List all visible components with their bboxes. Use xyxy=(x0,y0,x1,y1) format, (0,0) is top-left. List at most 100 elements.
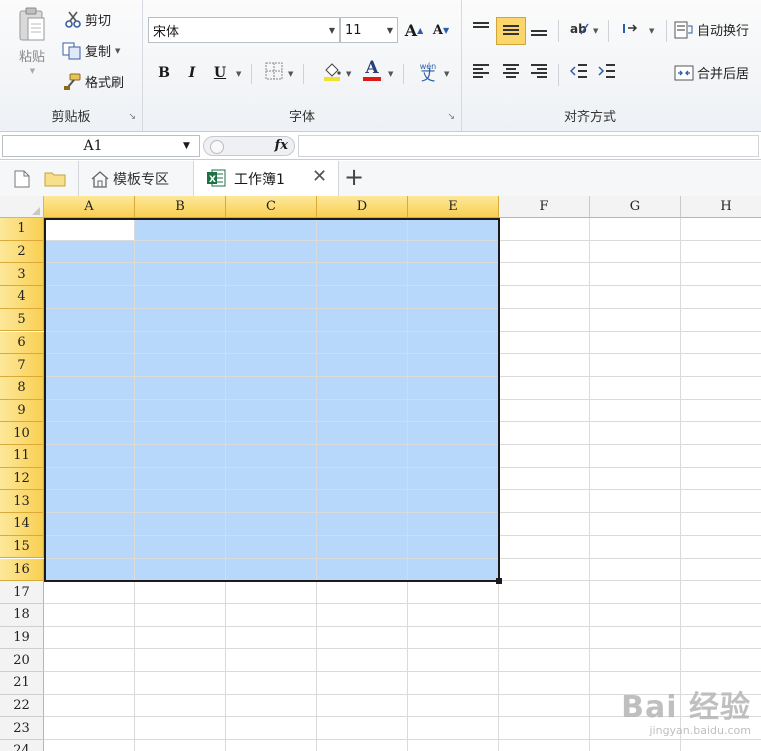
chevron-down-icon: ▼ xyxy=(386,25,394,35)
clipboard-dialog-launcher-icon[interactable]: ↘ xyxy=(128,112,136,122)
row-header-1[interactable]: 1 xyxy=(0,218,44,241)
clipboard-group: 粘贴 ▼ 剪切 复制 ▼ 格式刷 剪贴板 ↘ xyxy=(0,0,143,131)
bold-button[interactable]: B xyxy=(153,62,175,84)
wrap-text-button[interactable]: 自动换行 xyxy=(674,20,749,39)
borders-button[interactable] xyxy=(263,62,285,84)
fill-color-dropdown-icon[interactable]: ▼ xyxy=(346,70,351,78)
row-header-6[interactable]: 6 xyxy=(0,331,44,355)
row-header-16[interactable]: 16 xyxy=(0,558,44,582)
row-header-13[interactable]: 13 xyxy=(0,490,44,514)
separator xyxy=(608,20,609,42)
row-header-4[interactable]: 4 xyxy=(0,286,44,309)
paste-dropdown-icon[interactable]: ▼ xyxy=(30,67,35,75)
row-header-8[interactable]: 8 xyxy=(0,376,44,400)
tab-template-zone-label: 模板专区 xyxy=(113,172,169,188)
column-header-c[interactable]: C xyxy=(226,196,317,218)
row-header-18[interactable]: 18 xyxy=(0,603,44,627)
borders-dropdown-icon[interactable]: ▼ xyxy=(288,70,293,78)
row-header-14[interactable]: 14 xyxy=(0,513,44,536)
row-header-17[interactable]: 17 xyxy=(0,581,44,604)
align-right-button[interactable] xyxy=(528,62,550,84)
cut-button[interactable]: 剪切 xyxy=(64,10,111,29)
column-header-a[interactable]: A xyxy=(44,196,135,218)
column-header-f[interactable]: F xyxy=(499,196,590,218)
align-bottom-button[interactable] xyxy=(528,21,550,43)
formula-input[interactable] xyxy=(298,135,759,157)
row-header-5[interactable]: 5 xyxy=(0,308,44,332)
underline-dropdown-icon[interactable]: ▼ xyxy=(236,70,241,78)
column-header-e[interactable]: E xyxy=(408,196,499,218)
row-header-11[interactable]: 11 xyxy=(0,445,44,468)
row-header-20[interactable]: 20 xyxy=(0,649,44,672)
open-folder-icon[interactable] xyxy=(44,171,66,190)
grid-row-line xyxy=(44,648,761,650)
row-header-23[interactable]: 23 xyxy=(0,717,44,741)
align-center-button[interactable] xyxy=(500,62,522,84)
row-header-7[interactable]: 7 xyxy=(0,354,44,377)
italic-button[interactable]: I xyxy=(181,62,203,84)
font-size-select[interactable]: 11 ▼ xyxy=(340,17,398,43)
select-all-corner[interactable] xyxy=(0,196,44,218)
separator xyxy=(251,64,252,84)
spreadsheet-grid[interactable]: A B C D E F G H 1 2 3 4 5 6 7 8 9 10 11 12 13 14 15 16 17 18 19 20 2… xyxy=(0,196,761,751)
phonetic-guide-button[interactable]: wén 丈 xyxy=(415,60,441,83)
paste-button[interactable]: 粘贴 ▼ xyxy=(12,6,52,75)
orientation-dropdown-icon[interactable]: ▼ xyxy=(593,27,598,35)
align-top-button[interactable] xyxy=(470,19,492,41)
font-color-button[interactable]: A xyxy=(361,60,383,82)
column-header-d[interactable]: D xyxy=(317,196,408,218)
selection-border xyxy=(44,218,500,583)
new-document-icon[interactable] xyxy=(14,170,30,191)
row-header-24[interactable]: 24 xyxy=(0,740,44,751)
font-name-select[interactable]: 宋体 ▼ xyxy=(148,17,340,43)
row-header-2[interactable]: 2 xyxy=(0,240,44,264)
column-header-g[interactable]: G xyxy=(590,196,681,218)
phonetic-dropdown-icon[interactable]: ▼ xyxy=(444,70,449,78)
font-name-value: 宋体 xyxy=(153,24,180,40)
separator xyxy=(78,161,79,196)
cell-reference: A1 xyxy=(83,138,103,154)
chevron-down-icon: ▼ xyxy=(328,25,336,35)
fill-color-button[interactable] xyxy=(321,62,343,84)
row-header-22[interactable]: 22 xyxy=(0,694,44,718)
increase-indent-button[interactable] xyxy=(596,62,618,84)
font-color-dropdown-icon[interactable]: ▼ xyxy=(388,70,393,78)
row-header-19[interactable]: 19 xyxy=(0,626,44,650)
copy-dropdown-icon[interactable]: ▼ xyxy=(115,47,120,55)
grow-font-button[interactable]: A ▲ xyxy=(403,19,425,41)
orientation-button[interactable]: ab xyxy=(568,19,590,41)
formula-toolbar-pill: fx xyxy=(203,136,295,156)
wrap-text-icon xyxy=(674,21,694,39)
row-header-3[interactable]: 3 xyxy=(0,263,44,287)
decrease-indent-icon xyxy=(569,63,588,83)
row-header-21[interactable]: 21 xyxy=(0,672,44,695)
tab-workbook[interactable]: X 工作簿1 ✕ xyxy=(193,161,339,196)
copy-icon xyxy=(62,42,82,60)
name-box[interactable]: A1 ▼ xyxy=(2,135,200,157)
zoom-circle-icon[interactable] xyxy=(210,140,224,154)
shrink-font-button[interactable]: A ▼ xyxy=(430,19,452,41)
decrease-indent-button[interactable] xyxy=(568,62,590,84)
function-icon[interactable]: fx xyxy=(275,138,288,153)
row-header-15[interactable]: 15 xyxy=(0,535,44,559)
tab-template-zone[interactable]: 模板专区 xyxy=(90,169,169,189)
close-icon[interactable]: ✕ xyxy=(312,166,327,187)
font-dialog-launcher-icon[interactable]: ↘ xyxy=(447,112,455,122)
text-direction-dropdown-icon[interactable]: ▼ xyxy=(649,27,654,35)
column-header-h[interactable]: H xyxy=(681,196,761,218)
shrink-font-label: A xyxy=(432,22,443,38)
merge-center-button[interactable]: 合并后居 xyxy=(674,63,749,82)
copy-button[interactable]: 复制 ▼ xyxy=(62,41,120,60)
fill-handle[interactable] xyxy=(496,578,502,585)
row-header-10[interactable]: 10 xyxy=(0,422,44,445)
row-header-9[interactable]: 9 xyxy=(0,399,44,423)
align-left-button[interactable] xyxy=(470,62,492,84)
format-painter-button[interactable]: 格式刷 xyxy=(62,72,124,91)
align-middle-button[interactable] xyxy=(496,17,526,45)
underline-button[interactable]: U xyxy=(209,62,231,84)
chevron-down-icon[interactable]: ▼ xyxy=(183,141,199,151)
column-header-b[interactable]: B xyxy=(135,196,226,218)
text-direction-button[interactable] xyxy=(620,19,642,41)
new-tab-button[interactable]: + xyxy=(344,163,364,191)
row-header-12[interactable]: 12 xyxy=(0,467,44,491)
